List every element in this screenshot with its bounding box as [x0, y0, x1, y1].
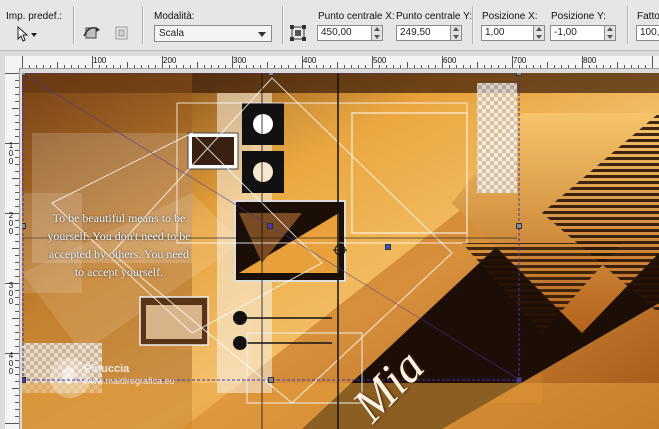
ruler-label: 2 0 0	[8, 211, 14, 236]
tool-options-bar: Imp. predef.: Modalità: Scala Punto cent…	[0, 0, 659, 51]
pos-y-spinner[interactable]	[604, 25, 616, 41]
vertical-ruler: 1 0 0 2 0 0 3 0 0 4 0 0	[5, 68, 20, 429]
deform-handle-center[interactable]	[267, 223, 273, 229]
preset-picker-button[interactable]	[14, 25, 42, 42]
mode-value: Scala	[159, 28, 185, 39]
ruler-label: 100	[93, 56, 107, 65]
deform-handle-top[interactable]	[268, 73, 274, 76]
deform-handle-right[interactable]	[516, 223, 522, 229]
toolbar-separator	[627, 6, 629, 44]
ruler-label: 400	[303, 56, 317, 65]
signature-site: www.maidiregrafica.eu	[84, 376, 175, 386]
deform-handle-top-right[interactable]	[516, 73, 522, 76]
ruler-label: 3 0 0	[8, 281, 14, 306]
ruler-label: 700	[513, 56, 527, 65]
ruler-label: 800	[583, 56, 597, 65]
center-x-spinner[interactable]	[371, 25, 383, 41]
center-point-icon[interactable]	[290, 25, 306, 41]
toolbar-separator	[282, 6, 284, 44]
mode-dropdown[interactable]: Scala	[154, 25, 272, 42]
pos-y-label: Posizione Y:	[551, 11, 606, 22]
factor-input[interactable]: 100,0	[636, 25, 659, 41]
factor-label: Fattor	[637, 11, 659, 22]
toolbar-separator	[73, 6, 75, 44]
center-x-label: Punto centrale X:	[318, 11, 395, 22]
horizontal-ruler: 100 200 300 400 500 600 700 800	[22, 56, 659, 69]
rotation-handle[interactable]	[385, 244, 391, 250]
ruler-ticks	[22, 56, 653, 68]
ruler-label: 300	[233, 56, 247, 65]
signature-name: Pinuccia	[84, 363, 130, 375]
ruler-label: 500	[373, 56, 387, 65]
preset-label: Imp. predef.:	[6, 11, 63, 22]
pos-x-spinner[interactable]	[533, 25, 545, 41]
center-y-label: Punto centrale Y:	[396, 11, 472, 22]
toolbar-separator	[472, 6, 474, 44]
center-y-spinner[interactable]	[450, 25, 462, 41]
ruler-label: 4 0 0	[8, 351, 14, 376]
deform-handle-left[interactable]	[22, 223, 26, 229]
image-canvas[interactable]: To be beautiful means to be yourself. Yo…	[22, 73, 659, 429]
pos-x-label: Posizione X:	[482, 11, 538, 22]
apply-icon[interactable]	[112, 24, 132, 42]
quote-text: To be beautiful means to be yourself. Yo…	[47, 211, 191, 279]
deform-handle-top-left[interactable]	[22, 73, 26, 76]
deform-handle-bottom-right[interactable]	[516, 377, 522, 383]
pick-tool-icon	[17, 25, 37, 42]
reset-icon[interactable]	[82, 24, 102, 42]
ruler-label: 1 0 0	[8, 141, 14, 166]
toolbar-separator	[142, 6, 144, 44]
chevron-down-icon	[258, 32, 266, 37]
deform-handle-bottom[interactable]	[268, 377, 274, 383]
ruler-label: 600	[443, 56, 457, 65]
mode-label: Modalità:	[154, 11, 195, 22]
deform-handle-bottom-left[interactable]	[22, 377, 26, 383]
ruler-label: 200	[163, 56, 177, 65]
watermark-signature: Pinuccia www.maidiregrafica.eu	[84, 363, 234, 387]
